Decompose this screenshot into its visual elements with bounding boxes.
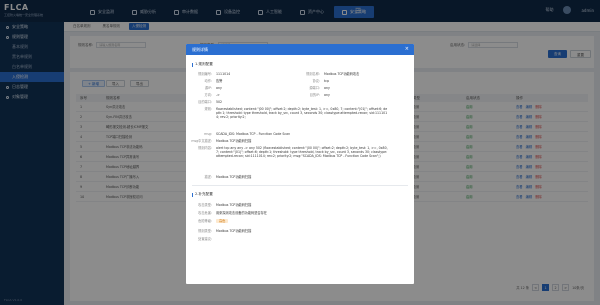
protocol-label: 协议: — [312, 79, 320, 83]
rule-id-value: 1111014 — [216, 72, 231, 76]
section-divider — [192, 185, 408, 186]
dst-port-label: 目的端口: — [198, 100, 212, 104]
action-value: 告警 — [216, 79, 223, 83]
msg-label: msg: — [204, 132, 212, 136]
kv-option: 规则: flow:established; content:"|00 00|";… — [190, 107, 410, 129]
msg-value: SCADA_IDS: Modbus TCP - Function Code Sc… — [216, 132, 291, 136]
rule-type-value: Modbus TCP功能码扫描 — [216, 229, 252, 233]
attack-effect-label: 攻击危害: — [198, 211, 212, 215]
dst-ip-label: 目的IP: — [309, 93, 320, 97]
src-ip-label: 源IP: — [204, 86, 212, 90]
msg-cn-value: Modbus TCP功能码扫描 — [216, 139, 252, 143]
rule-content-value: alert tcp any any -> any 502 (flow:estab… — [216, 146, 388, 159]
desc-label: 描述: — [204, 175, 212, 179]
option-label: 规则: — [204, 107, 212, 111]
rule-type-label: 规则类型: — [198, 229, 212, 233]
modal-header: 规则详情 × — [186, 44, 414, 55]
dst-ip-value: any — [324, 93, 330, 97]
src-port-label: 源端口: — [309, 86, 320, 90]
modal-title: 规则详情 — [192, 47, 208, 52]
action-label: 动作: — [204, 79, 212, 83]
dst-port-value: 502 — [216, 100, 223, 104]
kv-rule-content: 规则内容: alert tcp any any -> any 502 (flow… — [190, 146, 410, 172]
remark-label: 处置建议: — [198, 237, 212, 241]
src-port-value: any — [324, 86, 330, 90]
attack-type-value: Modbus TCP功能码扫描 — [216, 203, 252, 207]
attack-effect-value: 用來探测攻击设备的功能码是否存在 — [216, 211, 267, 215]
modal-body: 1.规则配置 规则编号: 1111014 规则名称: Modbus TCP功能码… — [186, 55, 414, 284]
level-value: 高危 — [216, 219, 388, 224]
rule-content-label: 规则内容: — [198, 146, 212, 150]
section-basic-title: 1.规则配置 — [186, 62, 213, 67]
attack-type-label: 攻击类型: — [198, 203, 212, 207]
rule-id-label: 规则编号: — [198, 72, 212, 76]
close-icon[interactable]: × — [405, 44, 409, 55]
rule-name-value: Modbus TCP功能码攻击 — [324, 72, 360, 76]
rule-name-label: 规则名称: — [306, 72, 320, 76]
level-label: 危险等级: — [198, 219, 212, 223]
desc-value: Modbus TCP功能码扫描 — [216, 175, 252, 179]
msg-cn-label: msg中文描述: — [191, 139, 212, 143]
direction-value: -> — [216, 93, 220, 97]
src-ip-value: any — [216, 86, 222, 90]
rule-detail-modal: 规则详情 × 1.规则配置 规则编号: 1111014 规则名称: Modbus… — [186, 44, 414, 284]
option-value: flow:established; content:"|00 00|"; off… — [216, 107, 388, 120]
level-tag: 高危 — [216, 219, 229, 224]
protocol-value: tcp — [324, 79, 330, 83]
direction-label: 方向: — [204, 93, 212, 97]
section-extra-title: 2.补充配置 — [186, 192, 213, 197]
